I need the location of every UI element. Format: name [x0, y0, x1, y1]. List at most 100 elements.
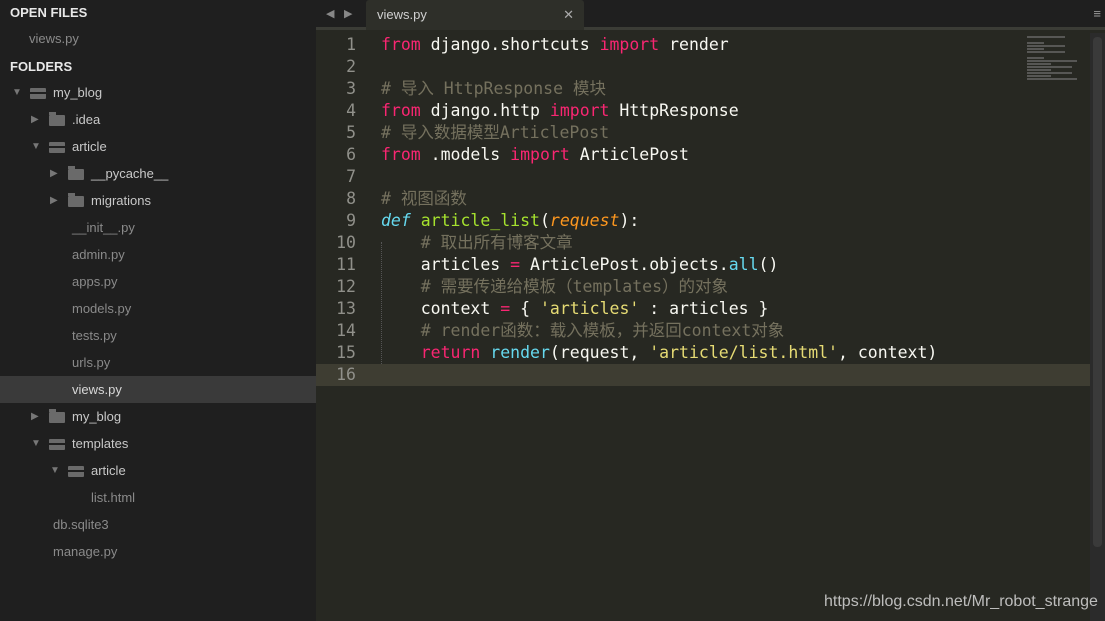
menu-icon[interactable]: ≡ [1093, 6, 1101, 21]
line-number: 9 [346, 211, 356, 230]
sidebar: OPEN FILES views.py FOLDERS ▼ my_blog ▶ .id… [0, 0, 316, 621]
code-token: context [381, 299, 501, 318]
collapsed-arrow-icon[interactable]: ▶ [31, 403, 39, 430]
tree-item[interactable]: tests.py [0, 322, 316, 349]
tree-item[interactable]: __init__.py [0, 214, 316, 241]
tree-item-label: urls.py [72, 355, 111, 370]
line-number: 4 [346, 101, 356, 120]
tree-item[interactable]: ▶ migrations [0, 187, 316, 214]
open-file-views-py[interactable]: views.py [29, 31, 79, 46]
scrollbar-thumb[interactable] [1093, 37, 1102, 547]
code-token: 'article/list.html' [649, 343, 838, 362]
code-token: articles [381, 255, 511, 274]
open-folder-icon [68, 466, 84, 477]
tree-item[interactable]: admin.py [0, 241, 316, 268]
code-token: request [549, 211, 620, 230]
code-line[interactable]: context = { 'articles' : articles } [381, 298, 769, 320]
open-files-title: OPEN FILES [10, 5, 88, 20]
minimap-line [1027, 51, 1065, 53]
tree-item[interactable]: ▼ templates [0, 430, 316, 457]
collapsed-arrow-icon[interactable]: ▶ [50, 187, 58, 214]
code-token: () [758, 255, 779, 274]
tree-item[interactable]: manage.py [0, 538, 316, 565]
next-tab-icon[interactable]: ▶ [344, 7, 352, 20]
code-token: import [549, 101, 610, 120]
code-line[interactable]: # 视图函数 [381, 188, 467, 210]
code-token: .models [420, 145, 511, 164]
code-line[interactable]: def article_list(request): [381, 210, 639, 232]
tree-item-label: __init__.py [72, 220, 135, 235]
expanded-arrow-icon[interactable]: ▼ [31, 133, 41, 160]
tree-item[interactable]: models.py [0, 295, 316, 322]
collapsed-arrow-icon[interactable]: ▶ [31, 106, 39, 133]
tree-item[interactable]: list.html [0, 484, 316, 511]
line-number: 5 [346, 123, 356, 142]
tree-item-label: templates [72, 436, 129, 451]
folders-title: FOLDERS [10, 59, 73, 74]
tree-item-label: tests.py [72, 328, 117, 343]
code-line[interactable]: # 导入数据模型ArticlePost [381, 122, 609, 144]
minimap-line [1027, 72, 1072, 74]
expanded-arrow-icon[interactable]: ▼ [12, 79, 22, 106]
tree-item-label: migrations [91, 193, 151, 208]
scrollbar[interactable] [1090, 33, 1105, 621]
code-line[interactable]: return render(request, 'article/list.htm… [381, 342, 938, 364]
code-line[interactable]: from django.shortcuts import render [381, 34, 729, 56]
tree-item-label: models.py [72, 301, 132, 316]
code-token: HttpResponse [609, 101, 739, 120]
code-token: django.shortcuts [420, 35, 600, 54]
tree-item[interactable]: apps.py [0, 268, 316, 295]
code-line[interactable]: articles = ArticlePost.objects.all() [381, 254, 779, 276]
minimap-line [1027, 57, 1044, 59]
line-number: 7 [346, 167, 356, 186]
close-icon[interactable]: ✕ [563, 0, 574, 30]
minimap-line [1027, 78, 1077, 80]
tree-item[interactable]: ▶ .idea [0, 106, 316, 133]
watermark: https://blog.csdn.net/Mr_robot_strange [824, 593, 1098, 610]
line-number: 6 [346, 145, 356, 164]
tree-item[interactable]: ▶ my_blog [0, 403, 316, 430]
minimap[interactable] [1027, 36, 1082, 80]
code-token: # render函数：载入模板，并返回context对象 [420, 321, 785, 340]
tree-item[interactable]: db.sqlite3 [0, 511, 316, 538]
tree-item-label: list.html [91, 490, 136, 505]
tree-item[interactable]: ▼ my_blog [0, 79, 316, 106]
minimap-line [1027, 60, 1077, 62]
code-token: ArticlePost.objects. [520, 255, 729, 274]
expanded-arrow-icon[interactable]: ▼ [50, 457, 60, 484]
tree-item[interactable]: ▶ __pycache__ [0, 160, 316, 187]
prev-tab-icon[interactable]: ◀ [326, 7, 334, 20]
code-token: ( [539, 211, 550, 230]
tree-item[interactable]: ▼ article [0, 457, 316, 484]
expanded-arrow-icon[interactable]: ▼ [31, 430, 41, 457]
code-editor[interactable]: 1 from django.shortcuts import render 2 3 # … [316, 33, 1090, 621]
tab-views-py[interactable]: views.py ✕ [366, 0, 584, 30]
code-token: render [659, 35, 729, 54]
tree-item-label: apps.py [72, 274, 118, 289]
code-line[interactable]: # 需要传递给模板（templates）的对象 [381, 276, 728, 298]
tree-item[interactable]: urls.py [0, 349, 316, 376]
tree-item-label: views.py [72, 382, 122, 397]
code-line[interactable]: # 导入 HttpResponse 模块 [381, 78, 606, 100]
code-line[interactable]: # 取出所有博客文章 [381, 232, 573, 254]
folder-icon [68, 193, 84, 207]
code-line[interactable]: # render函数：载入模板，并返回context对象 [381, 320, 785, 342]
code-token: # 导入数据模型ArticlePost [381, 123, 610, 142]
open-folder-icon [49, 439, 65, 450]
code-token: from [381, 101, 421, 120]
line-number: 16 [336, 365, 356, 384]
collapsed-arrow-icon[interactable]: ▶ [50, 160, 58, 187]
code-token: : articles } [639, 299, 769, 318]
tree-item[interactable]: ▼ article [0, 133, 316, 160]
code-line[interactable]: from .models import ArticlePost [381, 144, 689, 166]
line-number: 12 [336, 277, 356, 296]
minimap-line [1027, 48, 1044, 50]
line-number: 1 [346, 35, 356, 54]
tree-item-label: .idea [72, 112, 101, 127]
code-line[interactable]: from django.http import HttpResponse [381, 100, 739, 122]
tree-item[interactable]: views.py [0, 376, 316, 403]
